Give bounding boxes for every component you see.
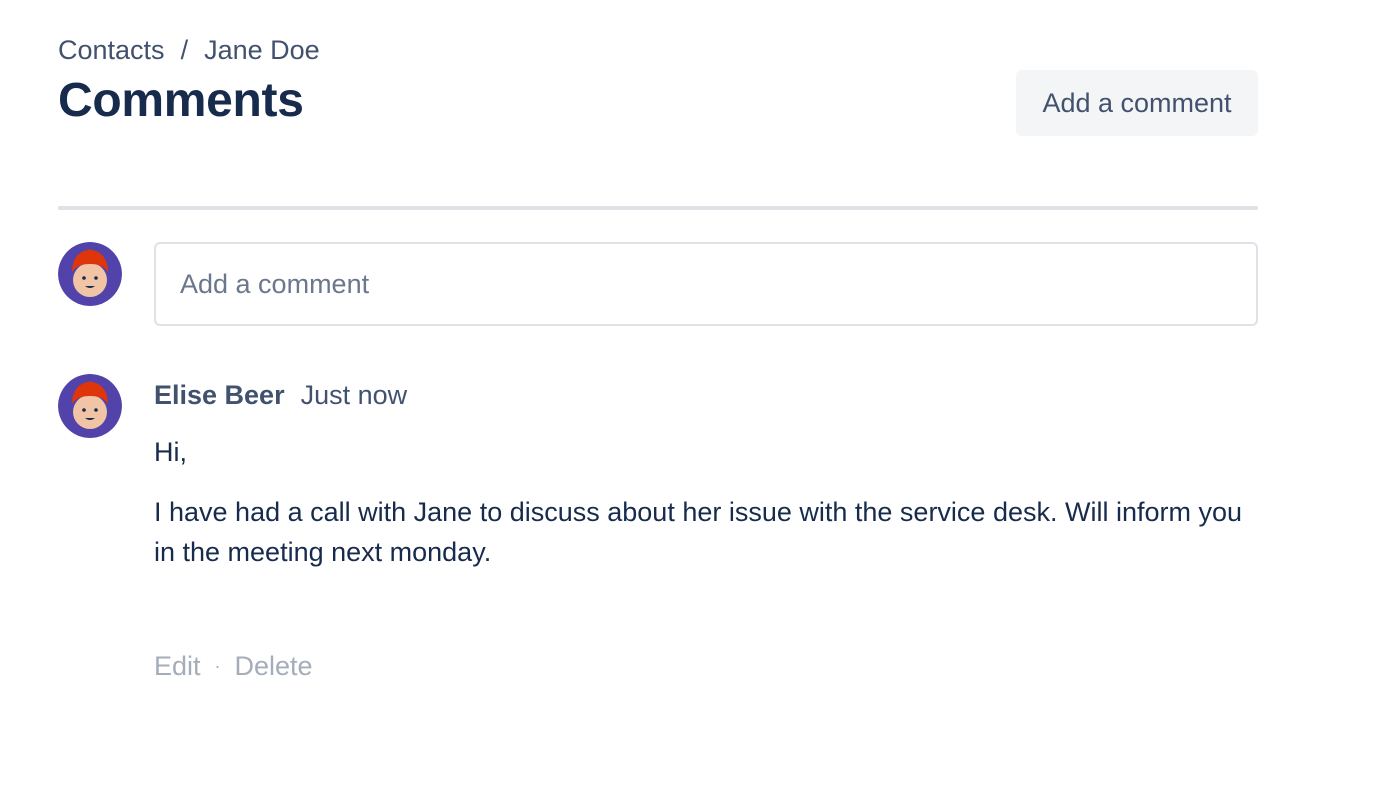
comment-author[interactable]: Elise Beer — [154, 376, 285, 414]
comment-timestamp: Just now — [300, 380, 408, 410]
comment-paragraph: I have had a call with Jane to discuss a… — [154, 497, 1243, 567]
delete-comment-link[interactable]: Delete — [235, 648, 313, 684]
page-title: Comments — [58, 74, 304, 127]
breadcrumb: Contacts / Jane Doe — [58, 34, 320, 66]
comment-header: Elise Beer Just now — [154, 376, 1264, 414]
comment-item: Elise Beer Just now Hi, I have had a cal… — [154, 376, 1264, 592]
action-separator: · — [214, 656, 221, 676]
breadcrumb-separator: / — [180, 35, 189, 65]
commenter-avatar-icon — [58, 374, 122, 438]
breadcrumb-contacts[interactable]: Contacts — [58, 34, 165, 66]
comment-actions: Edit · Delete — [154, 648, 313, 684]
comments-page: Contacts / Jane Doe Comments Add a comme… — [0, 0, 1384, 812]
user-avatar-icon — [58, 242, 122, 306]
add-comment-button[interactable]: Add a comment — [1016, 70, 1258, 136]
comment-body: Hi, I have had a call with Jane to discu… — [154, 432, 1264, 572]
breadcrumb-jane-doe[interactable]: Jane Doe — [204, 34, 320, 66]
edit-comment-link[interactable]: Edit — [154, 648, 201, 684]
divider — [58, 206, 1258, 210]
comment-paragraph: Hi, — [154, 437, 187, 467]
comment-input[interactable] — [154, 242, 1258, 326]
